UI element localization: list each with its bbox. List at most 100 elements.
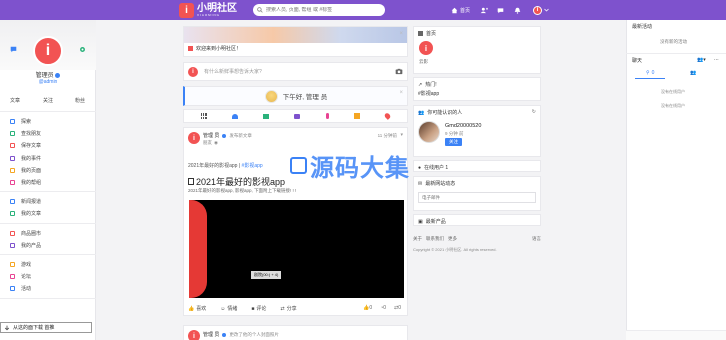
close-icon[interactable]: × <box>399 90 403 96</box>
sidebar-item[interactable]: 商品圈市 <box>9 229 41 238</box>
share-count: ⇄0 <box>394 305 401 311</box>
sidebar-item[interactable]: 我的页面 <box>9 166 41 175</box>
post-title[interactable]: 2021年最好的影视app <box>196 175 285 188</box>
profile-avatar[interactable]: i <box>33 36 63 66</box>
avatar: i <box>188 66 198 77</box>
post-hashtag[interactable]: #影视app <box>242 163 263 169</box>
globe-icon: ◉ <box>214 140 218 145</box>
user-menu-button[interactable]: i <box>533 5 549 15</box>
sidebar-item[interactable]: 保存文章 <box>9 141 41 150</box>
camera-icon[interactable] <box>395 68 403 75</box>
refresh-icon[interactable]: ↻ <box>532 109 536 115</box>
stat-posts[interactable]: 文章 <box>10 97 20 104</box>
sidebar-item[interactable]: 我的事件 <box>9 154 41 163</box>
search-box[interactable] <box>253 4 385 16</box>
emotion-button[interactable]: ☺ 情绪 <box>220 305 237 313</box>
stat-followers[interactable]: 粉丝 <box>75 97 85 104</box>
sidebar-item[interactable]: 探索 <box>9 117 31 126</box>
chat-empty-online: 没有在线用户 <box>661 89 685 94</box>
comment-button[interactable]: ■ 评论 <box>251 305 266 313</box>
sidebar-item[interactable]: 查找朋友 <box>9 129 41 138</box>
share-label: 分享 <box>286 306 297 312</box>
language-selector[interactable]: 语言 <box>532 236 541 242</box>
footer-link-more[interactable]: 更多 <box>448 236 457 242</box>
sidebar-item-label: 我的事件 <box>21 155 42 162</box>
messages-shortcut[interactable] <box>10 46 17 53</box>
video-player[interactable]: 剧院(00:) + 4) <box>189 200 404 298</box>
store-icon: ▣ <box>418 218 423 225</box>
suggestion-name[interactable]: Gmd20000520 <box>445 123 481 129</box>
chevron-down-icon[interactable]: ▾ <box>400 132 403 138</box>
footer-link-about[interactable]: 关于 <box>413 236 422 242</box>
post-author[interactable]: 管理 员 <box>203 132 219 139</box>
composer-placeholder[interactable]: 有什么新鲜事想告诉大家? <box>204 68 389 75</box>
flag-icon <box>9 286 15 292</box>
profile-name[interactable]: 管理员 <box>0 70 96 79</box>
tab-video-icon[interactable] <box>294 113 301 119</box>
stat-following[interactable]: 关注 <box>43 97 53 104</box>
activity-empty: 没有新的活动 <box>660 39 687 44</box>
chart-icon <box>9 167 15 173</box>
trending-widget: ↗ 热门! #影视app <box>413 77 541 101</box>
settings-shortcut[interactable] <box>79 46 86 53</box>
sidebar-item[interactable]: 游戏 <box>9 260 31 269</box>
chat-tab-groups[interactable]: 👥 <box>690 70 696 76</box>
chat-tab-online[interactable]: ⚲ 0 <box>646 70 654 76</box>
post-action: 发布新文章 <box>229 132 252 138</box>
post-visibility[interactable]: 朋友 <box>203 140 212 146</box>
follow-button[interactable]: 关注 <box>445 138 462 146</box>
footer-link-contact[interactable]: 联系我们 <box>426 236 444 242</box>
sidebar-item-label: 我的页面 <box>21 167 42 174</box>
sidebar-item[interactable]: 我的文章 <box>9 209 41 218</box>
notifications-button[interactable] <box>514 5 521 15</box>
tab-music-icon[interactable] <box>325 113 329 119</box>
tab-text-icon[interactable] <box>231 113 238 119</box>
copyright: Copyright © 2021 小明社区. All rights reserv… <box>413 247 497 252</box>
messages-button[interactable] <box>497 5 504 15</box>
doc-icon <box>188 178 194 185</box>
search-icon <box>257 7 263 13</box>
avatar[interactable]: i <box>188 132 200 144</box>
tab-files-icon[interactable] <box>354 113 361 119</box>
chat-search-bar[interactable] <box>626 330 726 340</box>
activity-title: 最新活动 <box>632 24 653 30</box>
site-logo[interactable]: i 小明社区 XIAOMING <box>179 2 237 18</box>
chat-options-icon[interactable]: ⋯ <box>714 57 719 63</box>
comment-count: ◔0 <box>380 305 387 311</box>
tab-all-icon[interactable] <box>200 113 207 119</box>
tab-location-icon[interactable] <box>383 112 392 120</box>
suggestion-avatar[interactable] <box>418 121 440 143</box>
avatar[interactable]: i <box>188 330 200 340</box>
friend-requests-button[interactable] <box>480 5 488 15</box>
share-count-value: 0 <box>398 305 401 311</box>
album-avatar[interactable]: i <box>419 41 433 55</box>
tab-photos-icon[interactable] <box>263 113 270 119</box>
group-icon <box>9 180 15 186</box>
share-button[interactable]: ⇄ 分享 <box>280 305 297 313</box>
sidebar-item[interactable]: 新闻报道 <box>9 197 41 206</box>
greeting-card: 下午好, 管理 员 × <box>183 86 408 106</box>
chat-icon <box>10 46 17 53</box>
album-item-label[interactable]: 云影 <box>419 59 428 65</box>
sidebar-item[interactable]: 活动 <box>9 284 31 293</box>
chat-settings-icon[interactable]: 👥▾ <box>697 57 706 63</box>
add-user-icon <box>480 7 488 13</box>
download-banner[interactable]: 从这的面下载 首推 <box>0 322 92 333</box>
suggestions-title: 你可能认识的人 <box>427 110 463 116</box>
post-time[interactable]: 11 分钟前 <box>378 133 397 139</box>
like-button[interactable]: 👍 喜欢 <box>188 305 206 313</box>
watermark-logo <box>290 157 307 174</box>
nav-home[interactable]: 首页 <box>451 5 470 15</box>
close-icon[interactable]: × <box>399 31 403 37</box>
sidebar-item[interactable]: 我的帮组 <box>9 178 41 187</box>
search-input[interactable] <box>266 7 374 13</box>
profile-handle[interactable]: @admin <box>0 79 96 85</box>
watermark-text: 源码大集 <box>310 155 410 182</box>
forum-icon <box>9 274 15 280</box>
newsletter-email-input[interactable] <box>418 192 536 203</box>
sidebar-item[interactable]: 我的产品 <box>9 241 41 250</box>
post-author[interactable]: 管理 员 <box>203 331 219 338</box>
trending-tag[interactable]: #影视app <box>418 90 439 97</box>
sidebar-item[interactable]: 论坛 <box>9 272 31 281</box>
post-composer[interactable]: i 有什么新鲜事想告诉大家? <box>183 62 408 81</box>
